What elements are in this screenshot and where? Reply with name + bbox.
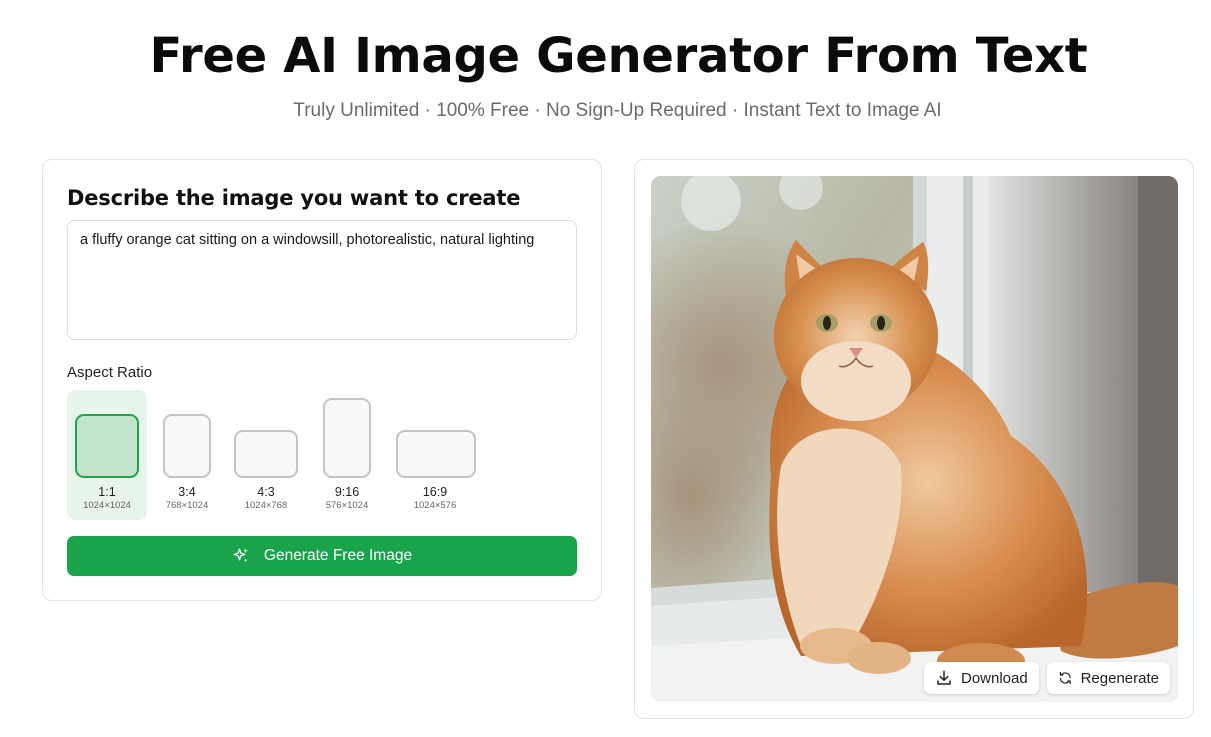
ratio-option-3-4[interactable]: 3:4 768×1024 — [153, 390, 221, 520]
ratio-dimensions: 1024×576 — [413, 500, 457, 511]
ratio-name: 4:3 — [257, 485, 275, 499]
ratio-dimensions: 768×1024 — [165, 500, 209, 511]
generate-label: Generate Free Image — [263, 547, 413, 564]
page-subtitle: Truly Unlimited · 100% Free · No Sign-Up… — [293, 100, 942, 121]
ratio-dimensions: 576×1024 — [325, 500, 369, 511]
ratio-shape-wide — [396, 430, 476, 478]
ratio-option-1-1[interactable]: 1:1 1024×1024 — [67, 390, 147, 520]
aspect-ratio-label: Aspect Ratio — [67, 364, 153, 381]
sparkles-icon — [233, 548, 248, 562]
ratio-option-4-3[interactable]: 4:3 1024×768 — [231, 390, 301, 520]
ratio-shape-portrait — [163, 414, 211, 478]
prompt-input[interactable]: a fluffy orange cat sitting on a windows… — [67, 220, 577, 340]
refresh-icon — [1059, 671, 1071, 685]
regenerate-label: Regenerate — [1080, 669, 1159, 687]
page-title: Free AI Image Generator From Text — [149, 28, 1088, 84]
ratio-name: 9:16 — [334, 485, 360, 499]
ratio-dimensions: 1024×1024 — [83, 500, 131, 511]
prompt-heading: Describe the image you want to create — [67, 186, 521, 210]
ratio-option-9-16[interactable]: 9:16 576×1024 — [312, 390, 382, 520]
ratio-name: 16:9 — [422, 485, 448, 499]
generated-image — [651, 176, 1178, 702]
prompt-card: Describe the image you want to create a … — [42, 159, 602, 601]
result-card: Download Regenerate — [634, 159, 1194, 719]
ratio-shape-tall — [323, 398, 371, 478]
ratio-option-16-9[interactable]: 16:9 1024×576 — [393, 390, 477, 520]
download-label: Download — [961, 669, 1028, 687]
download-button[interactable]: Download — [924, 662, 1039, 694]
ratio-name: 1:1 — [98, 485, 116, 499]
ratio-dimensions: 1024×768 — [244, 500, 288, 511]
ratio-shape-square — [75, 414, 139, 478]
ratio-name: 3:4 — [178, 485, 196, 499]
ratio-shape-landscape — [234, 430, 298, 478]
regenerate-button[interactable]: Regenerate — [1047, 662, 1170, 694]
aspect-ratio-selector: 1:1 1024×1024 3:4 768×1024 4:3 1024×768 … — [67, 390, 577, 520]
generate-image-button[interactable]: Generate Free Image — [67, 536, 577, 576]
cat-photo — [651, 176, 1178, 702]
download-icon — [937, 670, 951, 685]
